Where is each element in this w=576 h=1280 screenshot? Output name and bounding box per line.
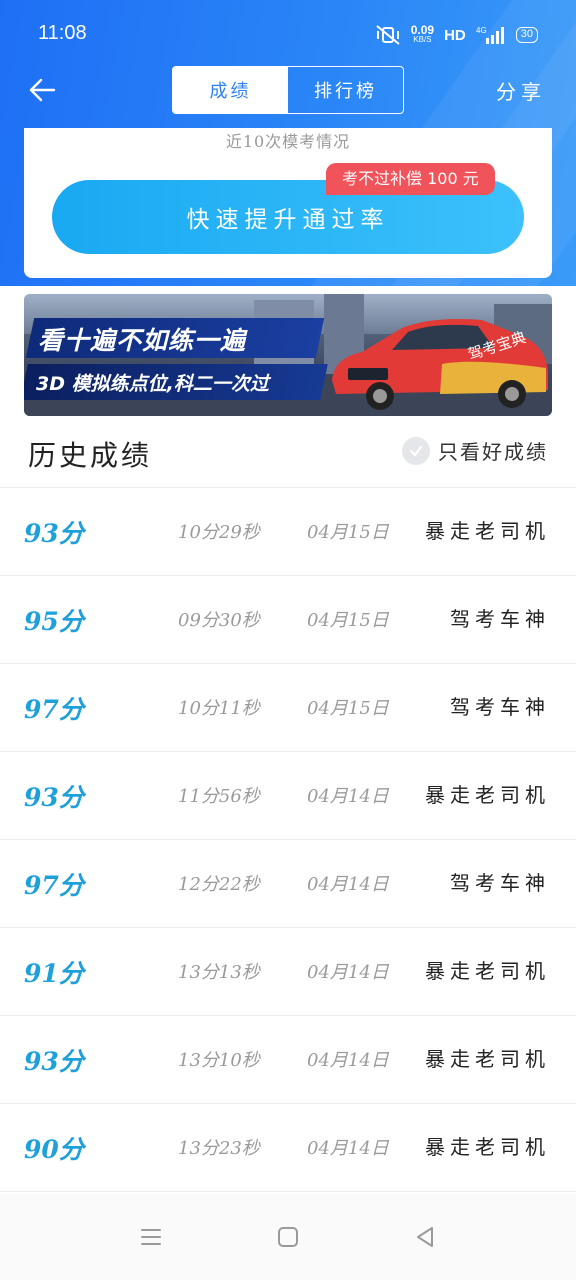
history-list: 93分 10分29秒 04月15日 暴走老司机 95分 09分30秒 04月15…	[0, 488, 576, 1192]
row-duration: 10分11秒	[178, 698, 260, 719]
row-date: 04月15日	[307, 698, 389, 719]
arrow-left-icon	[29, 78, 56, 102]
table-row[interactable]: 97分 12分22秒 04月14日 驾考车神	[0, 840, 576, 928]
row-score: 93分	[24, 783, 84, 812]
triangle-back-icon	[417, 1227, 433, 1247]
status-indicators: 0.09 KB/S HD 4G 30	[375, 22, 538, 48]
tab-scores[interactable]: 成绩	[173, 67, 288, 113]
net-speed-unit: KB/S	[413, 35, 432, 44]
filter-label: 只看好成绩	[438, 440, 548, 464]
row-rank: 暴走老司机	[425, 959, 550, 983]
row-score: 95分	[24, 607, 84, 636]
share-button[interactable]: 分享	[496, 76, 546, 105]
row-date: 04月14日	[307, 874, 389, 895]
row-date: 04月14日	[307, 786, 389, 807]
battery-indicator: 30	[515, 27, 538, 43]
table-row[interactable]: 95分 09分30秒 04月15日 驾考车神	[0, 576, 576, 664]
row-rank: 驾考车神	[450, 607, 550, 631]
row-rank: 暴走老司机	[425, 1047, 550, 1071]
row-duration: 13分10秒	[178, 1050, 260, 1071]
row-duration: 10分29秒	[178, 522, 260, 543]
status-bar: 11:08 0.09 KB/S HD 4G 30	[0, 0, 576, 70]
row-score: 97分	[24, 871, 84, 900]
row-duration: 13分13秒	[178, 962, 260, 983]
row-score: 97分	[24, 695, 84, 724]
table-row[interactable]: 90分 13分23秒 04月14日 暴走老司机	[0, 1104, 576, 1192]
row-rank: 驾考车神	[450, 695, 550, 719]
table-row[interactable]: 93分 13分10秒 04月14日 暴走老司机	[0, 1016, 576, 1104]
hd-indicator: HD	[444, 26, 466, 44]
row-date: 04月15日	[307, 522, 389, 543]
nav-bar: 成绩 排行榜 分享	[0, 66, 576, 114]
row-date: 04月14日	[307, 962, 389, 983]
banner-subline: 3D 模拟练点位,科二一次过	[36, 373, 269, 395]
history-header: 历史成绩 只看好成绩	[0, 416, 576, 488]
row-duration: 09分30秒	[178, 610, 260, 631]
back-button[interactable]	[26, 74, 60, 106]
segment-tabs: 成绩 排行榜	[172, 66, 404, 114]
tab-leaderboard[interactable]: 排行榜	[288, 67, 403, 113]
net-speed: 0.09 KB/S	[410, 23, 435, 45]
row-score: 90分	[24, 1135, 84, 1164]
row-rank: 驾考车神	[450, 871, 550, 895]
check-circle-icon[interactable]	[402, 436, 430, 465]
net-speed-value: 0.09	[410, 23, 435, 37]
row-date: 04月14日	[307, 1050, 389, 1071]
row-rank: 暴走老司机	[425, 519, 550, 543]
banner-headline: 看十遍不如练一遍	[38, 326, 247, 355]
row-score: 93分	[24, 1047, 84, 1076]
system-nav-bar	[0, 1194, 576, 1280]
row-date: 04月15日	[307, 610, 389, 631]
status-time: 11:08	[38, 22, 87, 44]
table-row[interactable]: 93分 10分29秒 04月15日 暴走老司机	[0, 488, 576, 576]
row-score: 93分	[24, 519, 84, 548]
table-row[interactable]: 97分 10分11秒 04月15日 驾考车神	[0, 664, 576, 752]
history-title: 历史成绩	[28, 439, 153, 472]
network-type: 4G	[476, 26, 487, 35]
row-duration: 11分56秒	[178, 786, 260, 807]
car-illustration: 驾考宝典	[332, 319, 548, 410]
row-rank: 暴走老司机	[425, 783, 550, 807]
row-date: 04月14日	[307, 1138, 389, 1159]
table-row[interactable]: 93分 11分56秒 04月14日 暴走老司机	[0, 752, 576, 840]
row-rank: 暴走老司机	[425, 1135, 550, 1159]
square-home-icon	[278, 1227, 298, 1247]
row-score: 91分	[24, 959, 84, 988]
card-caption: 近10次模考情况	[225, 132, 351, 151]
sys-menu-button[interactable]	[136, 1222, 166, 1252]
row-duration: 13分23秒	[178, 1138, 260, 1159]
good-scores-filter[interactable]: 只看好成绩	[402, 436, 548, 465]
sys-back-button[interactable]	[410, 1222, 440, 1252]
sys-home-button[interactable]	[273, 1222, 303, 1252]
table-row[interactable]: 91分 13分13秒 04月14日 暴走老司机	[0, 928, 576, 1016]
promo-badge: 考不过补偿 100 元	[326, 163, 495, 195]
ad-banner[interactable]: 看十遍不如练一遍 3D 模拟练点位,科二一次过 驾考宝典	[24, 294, 552, 416]
menu-icon	[141, 1229, 161, 1245]
vibrate-mute-icon	[376, 25, 400, 45]
row-duration: 12分22秒	[178, 874, 260, 895]
summary-card: 近10次模考情况 快速提升通过率 考不过补偿 100 元	[24, 128, 552, 278]
signal-icon: 4G	[476, 26, 504, 44]
